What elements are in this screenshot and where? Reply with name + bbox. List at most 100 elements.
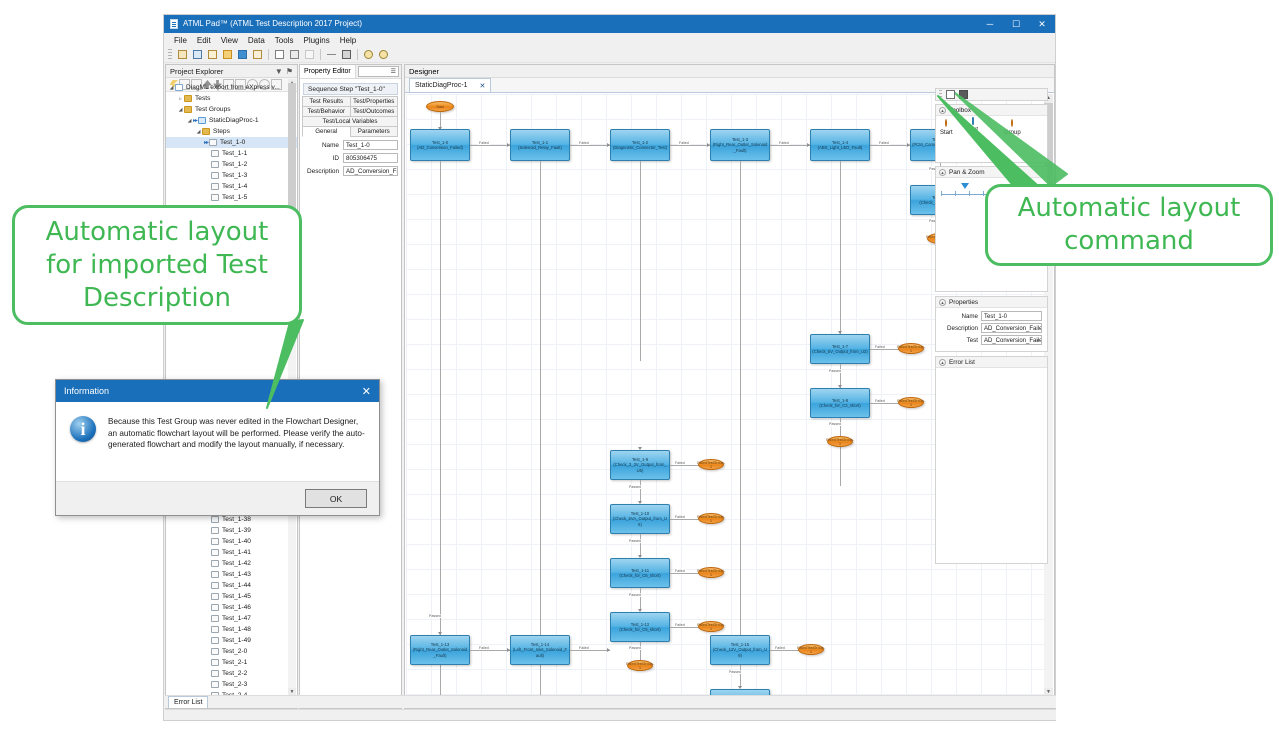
prop-name-input[interactable]: Test_1-0 xyxy=(981,311,1042,321)
layout-icon[interactable] xyxy=(946,90,955,99)
field-name-input[interactable]: Test_1-0 xyxy=(343,140,398,150)
save-all-icon[interactable] xyxy=(251,48,264,61)
tree-item-1[interactable]: ▹ Tests xyxy=(166,93,297,104)
properties-header[interactable]: ▲ Properties xyxy=(936,297,1047,308)
pan-zoom-header[interactable]: ▲ Pan & Zoom xyxy=(936,167,1047,178)
tree-item-test-1-46[interactable]: Test_1-46 xyxy=(166,602,297,613)
toolbar-grip[interactable] xyxy=(168,49,172,60)
collapse-icon[interactable]: ▲ xyxy=(939,168,946,176)
tree-item-3[interactable]: ◢ ▸▸ StaticDiagProc-1 xyxy=(166,115,297,126)
flow-node-test-1-0[interactable]: Test_1-0 (AD_Conversion_Failed) xyxy=(410,129,470,161)
paste-icon[interactable] xyxy=(303,48,316,61)
close-button[interactable]: ✕ xyxy=(1029,15,1055,33)
expander-icon[interactable]: ◢ xyxy=(168,85,175,91)
tab-error-list[interactable]: Error List xyxy=(168,696,209,708)
tree-item-test-1-47[interactable]: Test_1-47 xyxy=(166,613,297,624)
undo-icon[interactable] xyxy=(362,48,375,61)
tree-item-test-1-43[interactable]: Test_1-43 xyxy=(166,569,297,580)
tree-item-test-1-49[interactable]: Test_1-49 xyxy=(166,635,297,646)
flow-node-test-1-4[interactable]: Test_1-4 (ABS_Light_LED_Fault) xyxy=(810,129,870,161)
dialog-close-icon[interactable]: ✕ xyxy=(362,385,371,398)
tree-item-test-1-41[interactable]: Test_1-41 xyxy=(166,547,297,558)
error-list-body[interactable] xyxy=(936,368,1047,563)
cut-icon[interactable] xyxy=(288,48,301,61)
tree-item-test-2-2[interactable]: Test_2-2 xyxy=(166,668,297,679)
flow-terminal-fail-5[interactable]: FailedTestGroup-1 xyxy=(697,459,725,470)
expander-icon[interactable]: ◢ xyxy=(195,129,202,135)
toolstrip-grip[interactable] xyxy=(939,90,942,99)
printer-icon[interactable] xyxy=(959,90,968,99)
toolbox-item-start[interactable]: Start xyxy=(940,119,953,136)
expander-icon[interactable]: ◢ xyxy=(186,118,193,124)
tree-item-0[interactable]: ◢ DiagML export from eXpress v... xyxy=(166,82,297,93)
new-project-icon[interactable] xyxy=(191,48,204,61)
tab-parameters[interactable]: Parameters xyxy=(349,126,398,137)
error-list-header[interactable]: ▲ Error List xyxy=(936,357,1047,368)
tree-item-test-1-44[interactable]: Test_1-44 xyxy=(166,580,297,591)
new-icon[interactable] xyxy=(176,48,189,61)
tree-item-test-2-3[interactable]: Test_2-3 xyxy=(166,679,297,690)
menu-data[interactable]: Data xyxy=(243,36,270,45)
menu-edit[interactable]: Edit xyxy=(192,36,216,45)
flow-node-test-1-1[interactable]: Test_1-1 (Solenoid_Relay_Fault) xyxy=(510,129,570,161)
property-editor-combo[interactable]: ☰ xyxy=(357,66,399,77)
toolbox-item-test[interactable]: Test xyxy=(967,117,978,133)
flow-start-terminal[interactable]: Start xyxy=(426,101,454,112)
toolbox-header[interactable]: ▲ Toolbox xyxy=(936,105,1047,116)
flow-node-test-1-12[interactable]: Test_1-12 (Check_for_C5_short) xyxy=(610,612,670,642)
project-tree-lower[interactable]: Test_1-38 Test_1-39 Test_1-40 Test_1-41 … xyxy=(166,514,297,697)
redo-icon[interactable] xyxy=(377,48,390,61)
tree-item-4[interactable]: ◢ Steps xyxy=(166,126,297,137)
tree-item-test-1-2[interactable]: Test_1-2 xyxy=(166,159,297,170)
flow-terminal-fail-9[interactable]: FailedTestGroup-1 xyxy=(797,644,825,655)
minimize-button[interactable]: ─ xyxy=(977,15,1003,33)
collapse-icon[interactable]: ▲ xyxy=(939,106,946,114)
tab-staticdiagproc-1[interactable]: StaticDiagProc-1 ✕ xyxy=(409,78,492,92)
prop-description-input[interactable]: AD_Conversion_Failed xyxy=(981,323,1042,333)
collapse-icon[interactable]: ▲ xyxy=(939,298,946,306)
tree-item-test-1-40[interactable]: Test_1-40 xyxy=(166,536,297,547)
flow-terminal-fail-6[interactable]: FailedTestGroup-1 xyxy=(697,513,725,524)
flow-node-test-1-15[interactable]: Test_1-15 (Check_12V_Output_from_U9) xyxy=(710,635,770,665)
tab-general[interactable]: General xyxy=(302,126,351,137)
menu-view[interactable]: View xyxy=(216,36,243,45)
save-icon[interactable] xyxy=(236,48,249,61)
delete-icon[interactable] xyxy=(325,48,338,61)
ok-button[interactable]: OK xyxy=(305,489,367,508)
flow-node-test-1-7[interactable]: Test_1-7 (Check_5V_Output_from_U2) xyxy=(810,334,870,364)
expander-icon[interactable]: ▹ xyxy=(177,96,184,102)
flow-terminal-fail-7[interactable]: FailedTestGroup-1 xyxy=(697,567,725,578)
collapse-icon[interactable]: ▲ xyxy=(939,358,946,366)
pin-icon[interactable]: ⚑ xyxy=(286,67,293,76)
close-icon[interactable]: ✕ xyxy=(480,82,486,90)
menu-tools[interactable]: Tools xyxy=(270,36,299,45)
properties-icon[interactable] xyxy=(340,48,353,61)
prop-test-dropdown[interactable]: AD_Conversion_Failed xyxy=(981,335,1042,345)
tree-item-test-1-4[interactable]: Test_1-4 xyxy=(166,181,297,192)
menu-plugins[interactable]: Plugins xyxy=(298,36,334,45)
tree-item-test-1-1[interactable]: Test_1-1 xyxy=(166,148,297,159)
expander-icon[interactable]: ◢ xyxy=(177,107,184,113)
flow-node-test-1-11[interactable]: Test_1-11 (Check_for_C6_short) xyxy=(610,558,670,588)
tree-item-test-2-0[interactable]: Test_2-0 xyxy=(166,646,297,657)
menu-file[interactable]: File xyxy=(169,36,192,45)
flow-node-test-1-13[interactable]: Test_1-13 (Right_Rear_Outlet_Solenoid_Fau… xyxy=(410,635,470,665)
tree-item-test-1-5[interactable]: Test_1-5 xyxy=(166,192,297,203)
flow-node-test-1-8[interactable]: Test_1-8 (Check_for_C2_short) xyxy=(810,388,870,418)
tree-item-test-1-42[interactable]: Test_1-42 xyxy=(166,558,297,569)
flow-terminal-fail-4[interactable]: FailedTestGroup-1 xyxy=(897,397,925,408)
flow-node-test-1-3[interactable]: Test_1-3 (Right_Rear_Outlet_Solenoid_Faul… xyxy=(710,129,770,161)
open-folder-icon[interactable] xyxy=(221,48,234,61)
flow-terminal-fail-3[interactable]: FailedTestGroup-1 xyxy=(897,343,925,354)
tree-item-2[interactable]: ◢ Test Groups xyxy=(166,104,297,115)
flow-node-test-1-10[interactable]: Test_1-10 (Check_5VA_Output_from_U6) xyxy=(610,504,670,534)
tree-item-test-1-45[interactable]: Test_1-45 xyxy=(166,591,297,602)
tree-item-test-2-1[interactable]: Test_2-1 xyxy=(166,657,297,668)
flow-node-test-1-14[interactable]: Test_1-14 (Left_Front_Inlet_Solenoid_Faul… xyxy=(510,635,570,665)
tree-item-test-1-39[interactable]: Test_1-39 xyxy=(166,525,297,536)
flow-terminal-end-2[interactable]: FailedTestGroup-1 xyxy=(826,436,854,447)
zoom-handle[interactable] xyxy=(961,183,969,189)
flow-terminal-end-3[interactable]: FailedTestGroup-1 xyxy=(626,660,654,671)
toolbox-item-group[interactable]: Group xyxy=(1004,119,1021,136)
copy-icon[interactable] xyxy=(273,48,286,61)
